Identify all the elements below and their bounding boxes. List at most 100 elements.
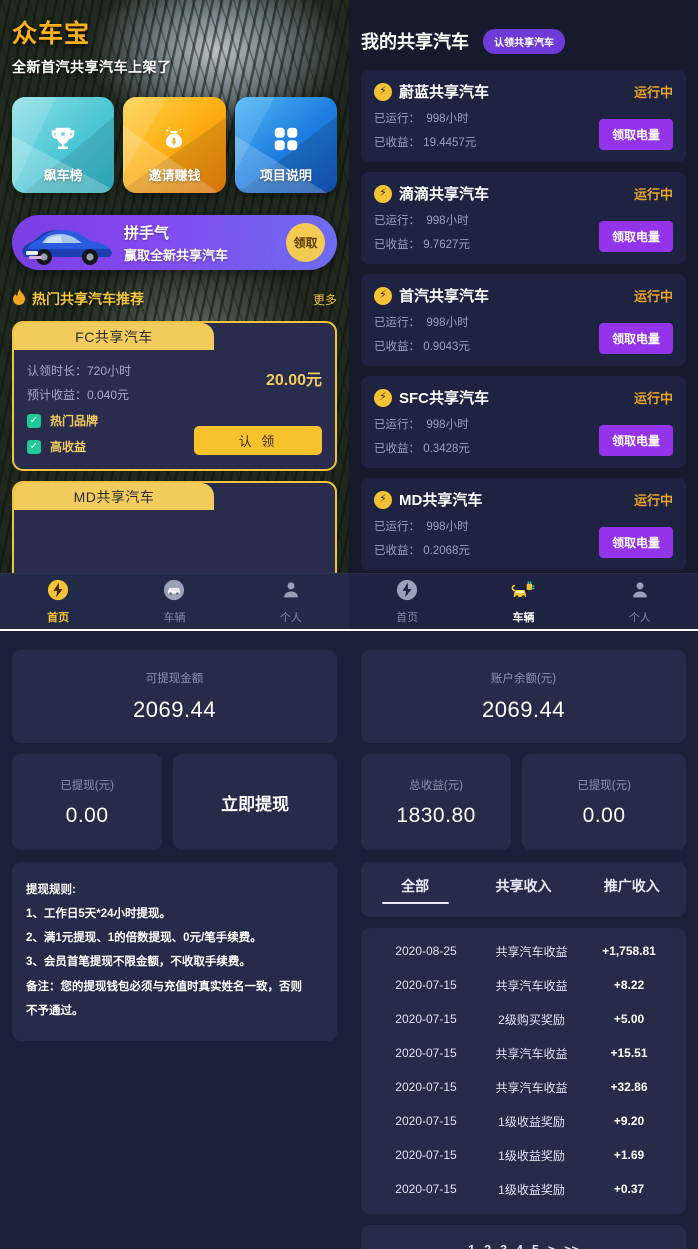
page-3[interactable]: 3 (500, 1243, 507, 1249)
check-icon: ✓ (27, 439, 41, 454)
runtime-value: 998小时 (426, 317, 469, 329)
list-item[interactable]: ⚡ 首汽共享汽车 运行中 已运行： 998小时 已收益： 0.9043元 领取电… (361, 274, 686, 366)
app-brand-title: 众车宝 (12, 20, 91, 48)
quick-action-tiles: 飙车榜 邀请赚钱 项目说明 (12, 97, 337, 193)
collect-power-button[interactable]: 领取电量 (598, 221, 673, 252)
page-1[interactable]: 1 (468, 1243, 475, 1249)
tile-invite-earn[interactable]: 邀请赚钱 (123, 97, 226, 193)
table-row[interactable]: 2020-07-15 1级收益奖励 +1.69 (361, 1138, 686, 1172)
transaction-date: 2020-07-15 (395, 1182, 457, 1196)
income-value: 19.4457元 (423, 137, 477, 149)
screenshot-grid: 众车宝 全新首汽共享汽车上架了 飙车榜 邀请赚钱 项目说明 拼手气 赢取全新共享… (0, 0, 698, 1249)
collect-power-button[interactable]: 领取电量 (598, 119, 673, 150)
income-value: 0.2068元 (423, 545, 470, 557)
transaction-desc: 2级购买奖励 (498, 1012, 565, 1027)
page-5[interactable]: 5 (532, 1243, 539, 1249)
transaction-amount: +0.37 (613, 1182, 645, 1196)
withdrawn-label: 已提现(元) (577, 779, 631, 792)
collect-power-button[interactable]: 领取电量 (598, 323, 673, 354)
table-row[interactable]: 2020-07-15 1级收益奖励 +0.37 (361, 1172, 686, 1206)
table-row[interactable]: 2020-07-15 共享汽车收益 +15.51 (361, 1036, 686, 1070)
withdraw-rules-card: 提现规则: 1、工作日5天*24小时提现。 2、满1元提现、1的倍数提现、0元/… (12, 862, 337, 1041)
tab-label: 首页 (396, 612, 419, 624)
account-balance-label: 账户余额(元) (490, 673, 557, 685)
list-item[interactable]: ⚡ MD共享汽车 运行中 已运行： 998小时 已收益： 0.2068元 领取电… (361, 478, 686, 570)
transaction-desc: 1级收益奖励 (498, 1148, 565, 1163)
tab-label: 车辆 (512, 612, 535, 624)
withdrawn-label: 已提现(元) (60, 779, 114, 792)
bolt-icon: ⚡ (374, 184, 392, 203)
tab-vehicles[interactable]: 车辆 (465, 579, 581, 625)
tab-label: 个人 (628, 612, 651, 624)
tab-vehicles[interactable]: 车辆 (116, 579, 232, 625)
car-tag-row: ✓ 高收益 (27, 438, 187, 455)
table-row[interactable]: 2020-07-15 共享汽车收益 +32.86 (361, 1070, 686, 1104)
transaction-amount: +9.20 (613, 1114, 645, 1128)
tab-home[interactable]: 首页 (0, 579, 116, 625)
tab-all[interactable]: 全部 (361, 876, 469, 904)
withdrawn-value: 0.00 (582, 803, 626, 827)
bolt-icon: ⚡ (374, 388, 392, 407)
car-card-name: FC共享汽车 (14, 323, 214, 350)
flame-icon (12, 288, 26, 310)
tile-racing-leaderboard[interactable]: 飙车榜 (12, 97, 115, 193)
list-item[interactable]: ⚡ SFC共享汽车 运行中 已运行： 998小时 已收益： 0.3428元 领取… (361, 376, 686, 468)
last-page-button[interactable]: >> (564, 1243, 579, 1249)
withdraw-screen: 可提现金额 2069.44 已提现(元) 0.00 立即提现 提现规则: 1、工… (0, 630, 349, 1249)
table-row[interactable]: 2020-07-15 1级收益奖励 +9.20 (361, 1104, 686, 1138)
my-cars-screen: 我的共享汽车 认领共享汽车 ⚡ 蔚蓝共享汽车 运行中 已运行： 998小时 已收… (349, 0, 698, 630)
tab-profile[interactable]: 个人 (582, 579, 698, 625)
car-price: 20.00元 (265, 372, 322, 389)
list-item[interactable]: ⚡ 蔚蓝共享汽车 运行中 已运行： 998小时 已收益： 19.4457元 领取… (361, 70, 686, 162)
table-row[interactable]: 2020-07-15 共享汽车收益 +8.22 (361, 968, 686, 1002)
tile-project-info[interactable]: 项目说明 (234, 97, 337, 193)
tab-shared-income[interactable]: 共享收入 (469, 876, 577, 904)
page-2[interactable]: 2 (484, 1243, 491, 1249)
collect-power-button[interactable]: 领取电量 (598, 527, 673, 558)
section-more-link[interactable]: 更多 (313, 291, 337, 308)
runtime-value: 998小时 (426, 215, 469, 227)
car-name: MD共享汽车 (399, 492, 483, 509)
grid-squares-icon (271, 124, 301, 159)
tile-label: 项目说明 (259, 168, 312, 183)
income-label: 已收益： (374, 239, 420, 251)
bolt-icon (396, 579, 418, 606)
claim-car-badge[interactable]: 认领共享汽车 (483, 28, 565, 54)
app-brand-subtitle: 全新首汽共享汽车上架了 (12, 59, 172, 75)
withdrawn-card: 已提现(元) 0.00 (522, 754, 686, 850)
banner-claim-button[interactable]: 领取 (286, 223, 325, 262)
status-badge: 运行中 (633, 289, 673, 304)
collect-power-button[interactable]: 领取电量 (598, 425, 673, 456)
trophy-icon (48, 124, 78, 159)
car-claim-button[interactable]: 认 领 (194, 426, 322, 455)
transaction-date: 2020-07-15 (395, 1148, 457, 1162)
tab-label: 推广收入 (603, 877, 660, 894)
tab-profile[interactable]: 个人 (233, 579, 349, 625)
available-balance-label: 可提现金额 (145, 673, 204, 685)
transaction-date: 2020-07-15 (395, 1012, 457, 1026)
panel-divider (0, 629, 698, 631)
status-badge: 运行中 (633, 85, 673, 100)
car-icon (163, 579, 185, 606)
table-row[interactable]: 2020-07-15 2级购买奖励 +5.00 (361, 1002, 686, 1036)
rule-line: 提现规则: (26, 884, 76, 896)
home-tabbar: 首页 车辆 个人 (0, 573, 349, 630)
car-card-name: MD共享汽车 (14, 483, 214, 510)
tile-label: 飙车榜 (43, 168, 83, 183)
list-item[interactable]: ⚡ 滴滴共享汽车 运行中 已运行： 998小时 已收益： 9.7627元 领取电… (361, 172, 686, 264)
runtime-value: 998小时 (426, 521, 469, 533)
person-icon (280, 579, 302, 606)
tab-promotion-income[interactable]: 推广收入 (578, 876, 686, 904)
tab-home[interactable]: 首页 (349, 579, 465, 625)
recommended-car-card-fc[interactable]: FC共享汽车 认领时长：720小时 预计收益：0.040元 ✓ 热门品牌 ✓ 高… (12, 321, 337, 471)
next-page-button[interactable]: > (548, 1243, 555, 1249)
table-row[interactable]: 2020-08-25 共享汽车收益 +1,758.81 (361, 934, 686, 968)
withdraw-now-button[interactable]: 立即提现 (173, 754, 337, 850)
income-label: 已收益： (374, 545, 420, 557)
car-duration-label: 认领时长：720小时 (27, 364, 132, 378)
car-name: 首汽共享汽车 (399, 288, 490, 305)
lottery-banner[interactable]: 拼手气 赢取全新共享汽车 领取 (12, 215, 337, 270)
page-4[interactable]: 4 (516, 1243, 523, 1249)
transaction-desc: 1级收益奖励 (498, 1114, 565, 1129)
tab-label: 首页 (47, 612, 70, 624)
